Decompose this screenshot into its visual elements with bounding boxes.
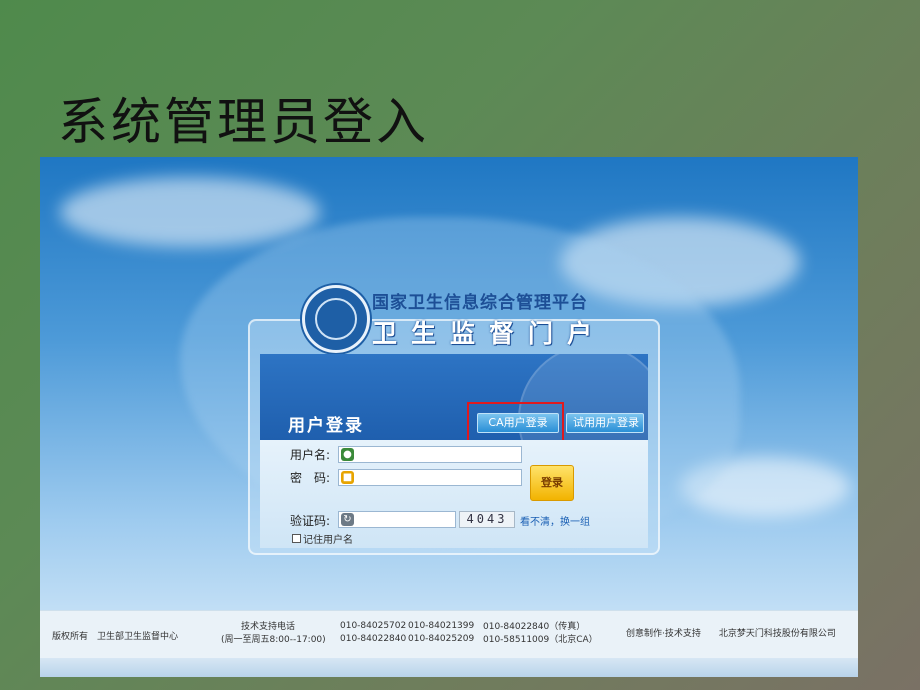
refresh-icon: ↻ xyxy=(341,513,354,526)
footer-copyright: 版权所有 卫生部卫生监督中心 xyxy=(52,632,179,642)
footer-ca-phone: 010-58511009（北京CA） xyxy=(483,635,598,645)
login-header: 用户登录 CA用户登录 试用用户登录 xyxy=(260,354,648,440)
username-input[interactable]: ● xyxy=(338,446,522,463)
login-form: 用户名: ● 密 码: ■ 登录 验证码: ↻ 4043 看不清，换一组 记住用… xyxy=(260,440,648,548)
health-inspection-emblem-icon xyxy=(302,285,370,353)
remember-label: 记住用户名 xyxy=(303,535,353,546)
password-input[interactable]: ■ xyxy=(338,469,522,486)
lock-icon: ■ xyxy=(341,471,354,484)
footer: 版权所有 卫生部卫生监督中心 技术支持电话 (周一至周五8:00--17:00)… xyxy=(40,610,858,658)
user-icon: ● xyxy=(341,448,354,461)
login-title: 用户登录 xyxy=(288,416,364,436)
trial-login-tab[interactable]: 试用用户登录 xyxy=(566,413,644,433)
captcha-image: 4043 xyxy=(459,511,515,528)
login-button[interactable]: 登录 xyxy=(530,465,574,501)
captcha-label: 验证码: xyxy=(290,514,331,528)
footer-bar xyxy=(40,658,858,677)
footer-phone: 010-84025209 xyxy=(408,634,475,644)
footer-phone: 010-84021399 xyxy=(408,621,475,631)
remember-username[interactable]: 记住用户名 xyxy=(292,531,353,546)
slide-title: 系统管理员登入 xyxy=(58,93,429,151)
footer-phone: 010-84025702 xyxy=(340,621,407,631)
platform-name: 国家卫生信息综合管理平台 xyxy=(372,293,588,313)
footer-support-title: 技术支持电话 xyxy=(241,622,296,632)
footer-fax: 010-84022840（传真） xyxy=(483,622,586,632)
captcha-input[interactable]: ↻ xyxy=(338,511,456,528)
captcha-refresh-link[interactable]: 看不清，换一组 xyxy=(520,513,590,528)
footer-support-hours: (周一至周五8:00--17:00) xyxy=(221,635,326,645)
username-label: 用户名: xyxy=(290,448,331,462)
portal-name: 卫生监督门户 xyxy=(372,319,607,348)
password-label: 密 码: xyxy=(290,471,331,485)
footer-credit: 创意制作·技术支持 北京梦天门科技股份有限公司 xyxy=(626,629,836,639)
remember-checkbox[interactable] xyxy=(292,534,301,543)
login-page-screenshot: 国家卫生信息综合管理平台 卫生监督门户 用户登录 CA用户登录 试用用户登录 用… xyxy=(40,157,858,677)
footer-phone: 010-84022840 xyxy=(340,634,407,644)
cloud-decoration xyxy=(60,177,320,247)
